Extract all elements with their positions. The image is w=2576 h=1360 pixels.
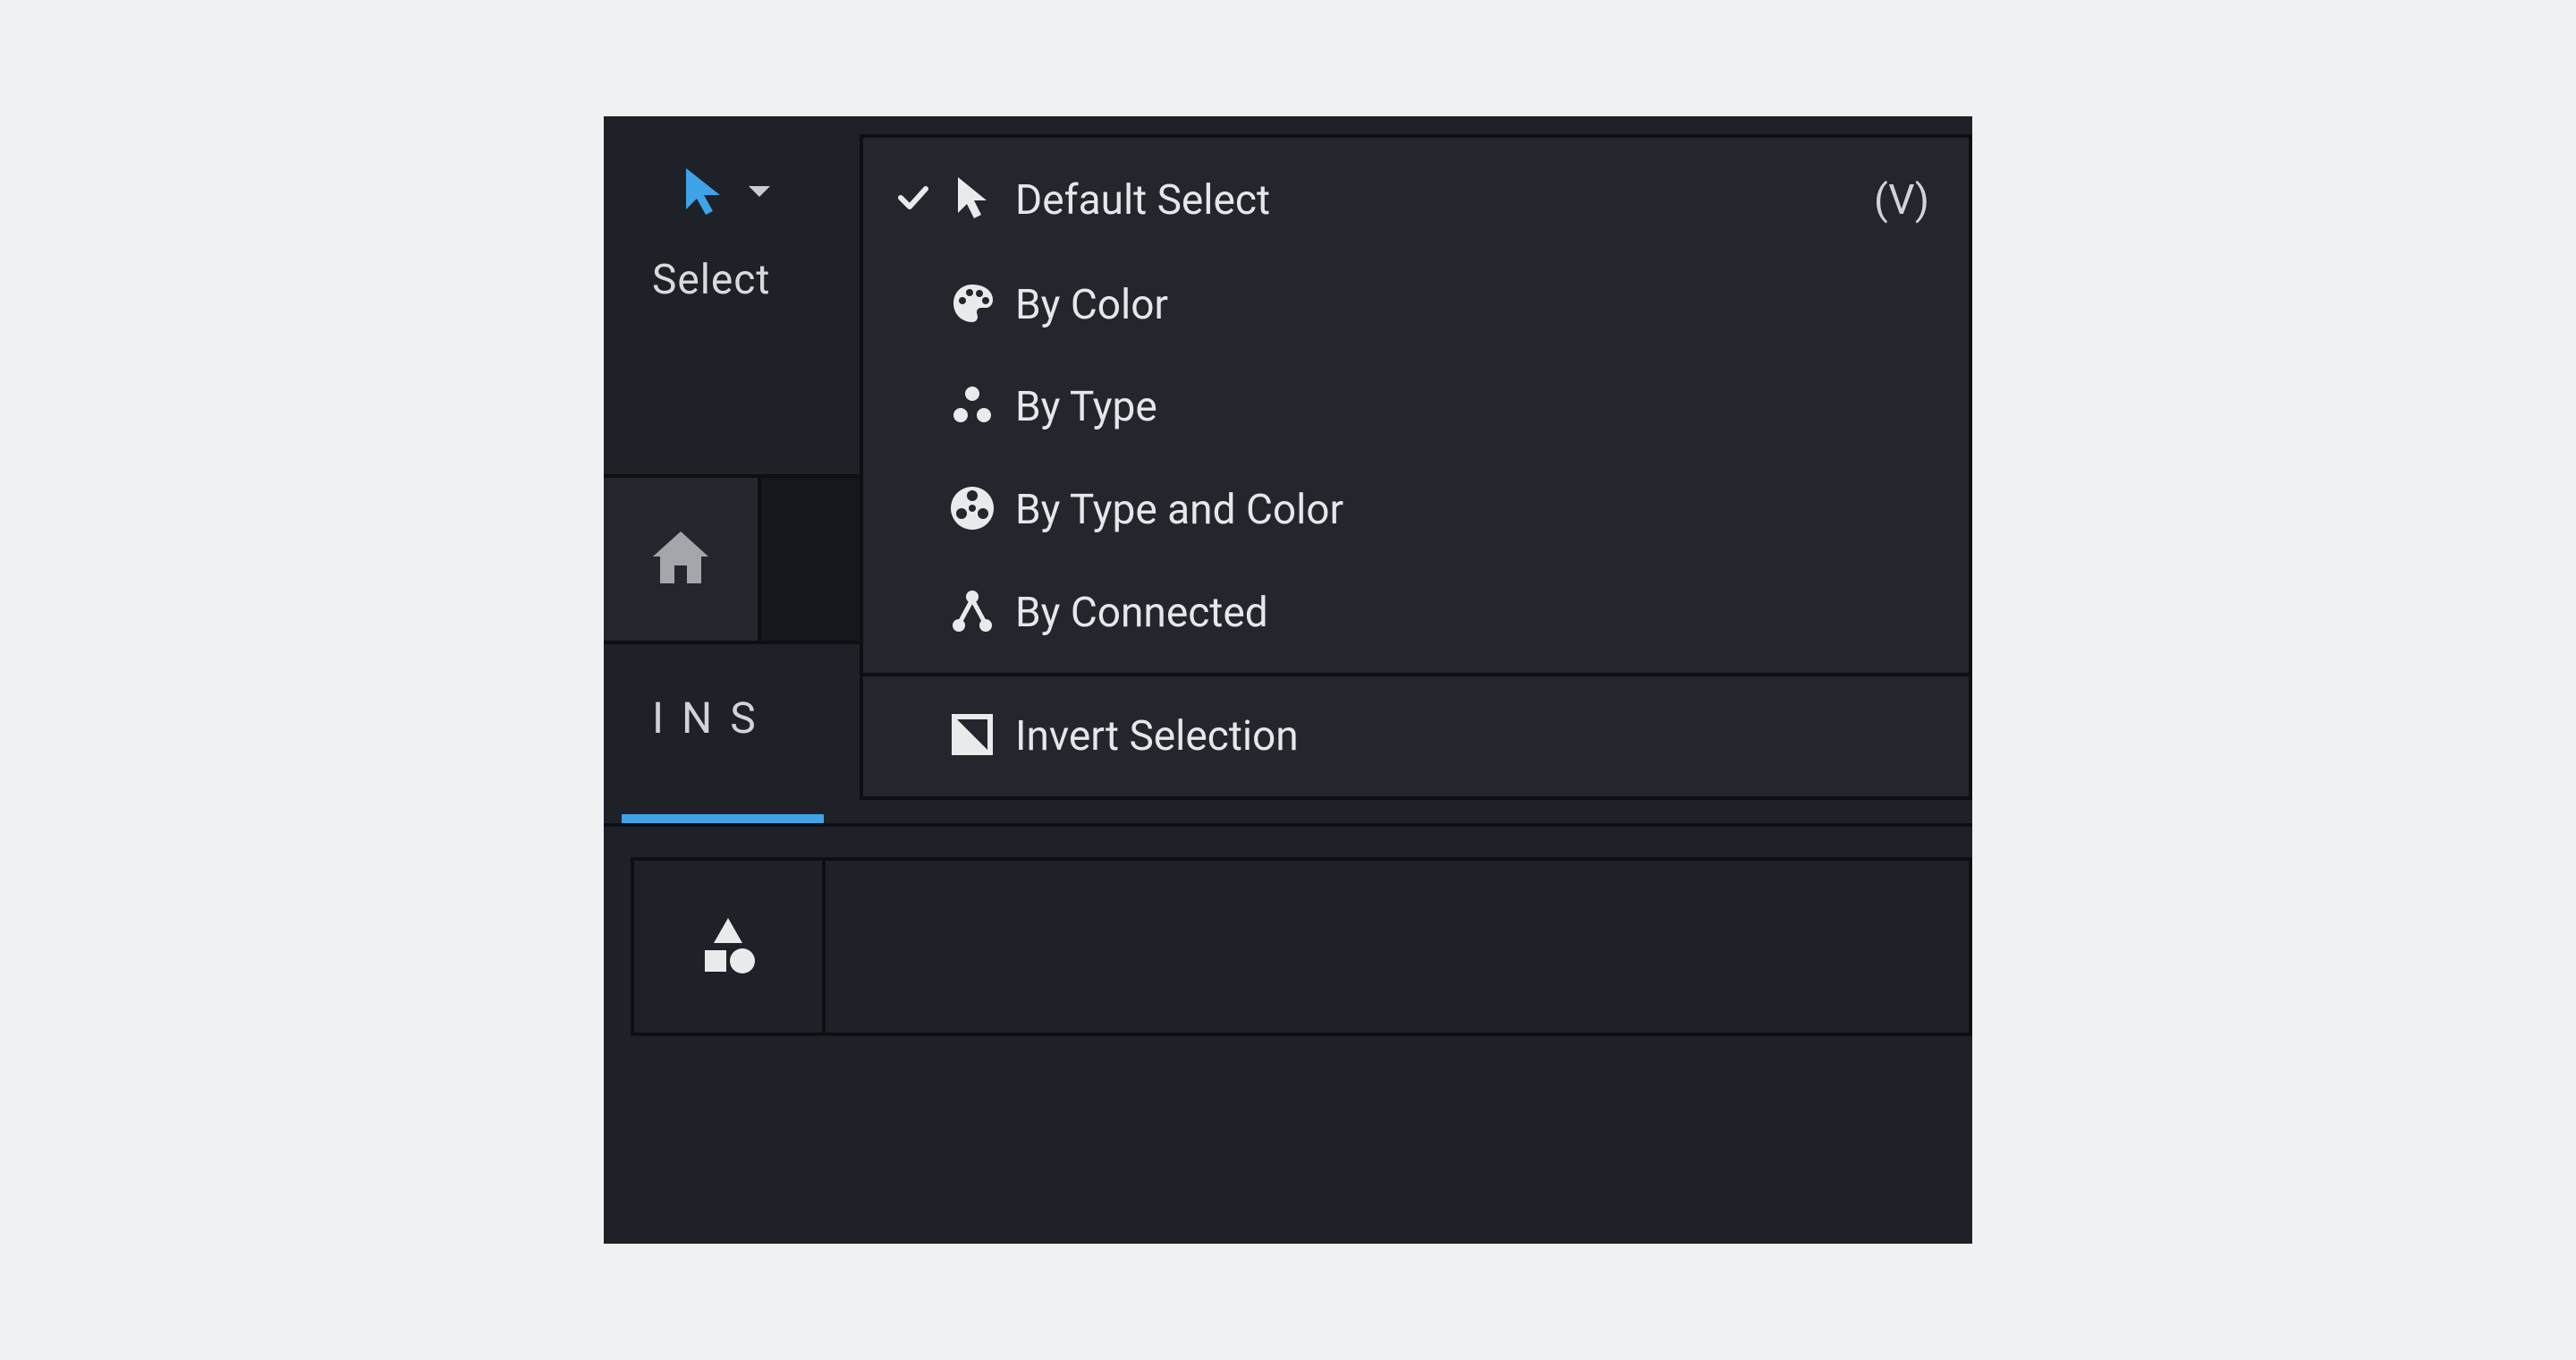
palette-icon <box>950 281 995 329</box>
home-icon <box>649 528 712 591</box>
dropdown-caret-icon <box>747 184 772 204</box>
reel-icon <box>949 485 996 535</box>
menu-item-by-connected[interactable]: By Connected <box>863 562 1969 673</box>
menu-item-label: Invert Selection <box>1008 712 1936 761</box>
invert-icon <box>951 713 994 760</box>
menu-item-label: By Color <box>1008 281 1929 329</box>
shapes-row <box>631 857 1972 1036</box>
check-icon <box>897 185 929 216</box>
menu-item-label: Default Select <box>1008 176 1874 225</box>
menu-item-label: By Connected <box>1008 589 1929 637</box>
menu-item-by-color[interactable]: By Color <box>863 254 1969 356</box>
shapes-icon <box>696 913 760 981</box>
shapes-button[interactable] <box>634 861 826 1033</box>
tab-insert[interactable]: INS <box>652 693 774 744</box>
menu-item-shortcut: (V) <box>1874 176 1936 225</box>
cursor-icon <box>681 165 725 224</box>
home-button[interactable] <box>604 478 761 641</box>
menu-item-default-select[interactable]: Default Select (V) <box>863 138 1969 254</box>
app-panel: Select INS <box>604 116 1972 1244</box>
connected-icon <box>950 589 995 637</box>
menu-item-by-type-and-color[interactable]: By Type and Color <box>863 458 1969 562</box>
select-dropdown-menu: Default Select (V) By Color <box>860 134 1972 800</box>
dots-triangle-icon <box>950 385 995 429</box>
cursor-icon <box>953 174 992 227</box>
menu-item-by-type[interactable]: By Type <box>863 356 1969 458</box>
tab-active-indicator <box>622 814 824 823</box>
menu-item-label: By Type <box>1008 383 1929 431</box>
menu-item-invert-selection[interactable]: Invert Selection <box>863 676 1969 796</box>
menu-item-label: By Type and Color <box>1008 486 1929 534</box>
